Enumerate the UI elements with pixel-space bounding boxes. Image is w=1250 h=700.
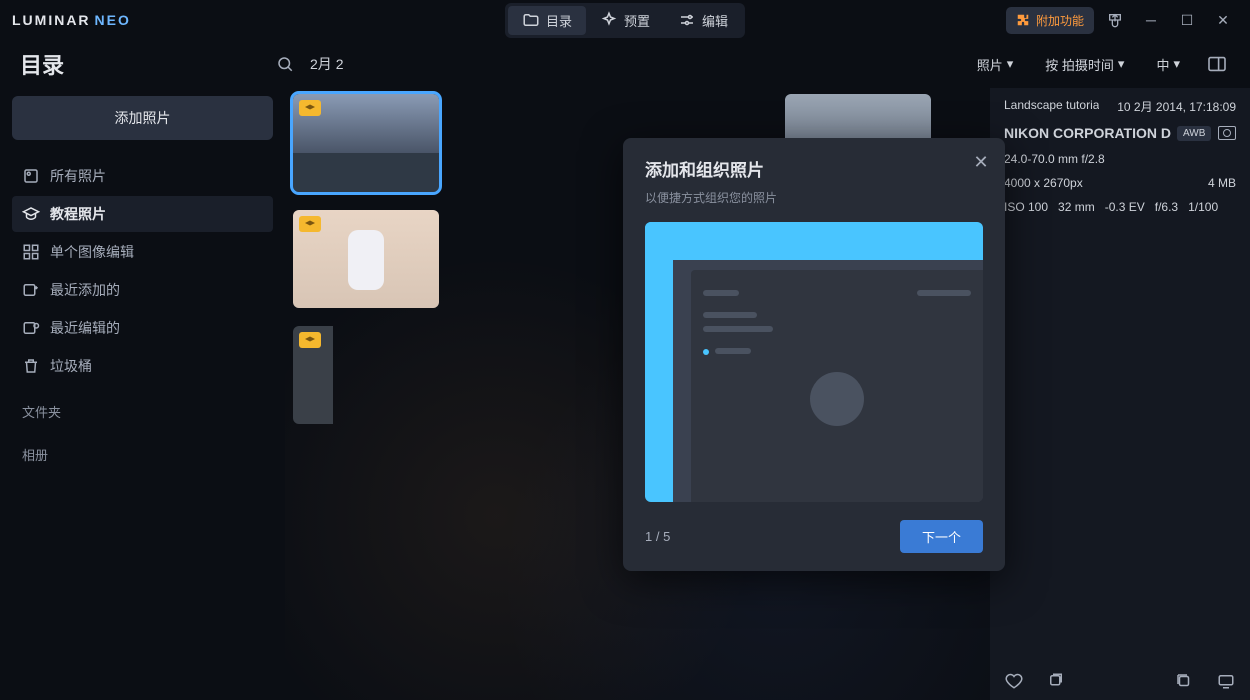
columns-icon bbox=[1207, 56, 1227, 72]
sort-control[interactable]: 按 拍摄时间▾ bbox=[1037, 51, 1132, 78]
info-datetime: 10 2月 2014, 17:18:09 bbox=[1117, 98, 1236, 115]
date-range: 2月 2 bbox=[310, 54, 343, 74]
info-ev: -0.3 EV bbox=[1105, 200, 1145, 214]
nav-label: 单个图像编辑 bbox=[50, 242, 134, 262]
nav-all-photos[interactable]: 所有照片 bbox=[12, 158, 273, 194]
subheader: 目录 2月 2 照片▾ 按 拍摄时间▾ 中▾ bbox=[0, 40, 1250, 88]
info-filename: Landscape tutoria bbox=[1004, 98, 1099, 115]
nav-label: 最近添加的 bbox=[50, 280, 120, 300]
nav-recent-added[interactable]: 最近添加的 bbox=[12, 272, 273, 308]
trash-icon bbox=[22, 357, 40, 375]
close-button[interactable]: ✕ bbox=[1208, 6, 1238, 34]
maximize-button[interactable]: ☐ bbox=[1172, 6, 1202, 34]
tab-presets-label: 预置 bbox=[624, 11, 650, 30]
photo-grid: ✕ 添加和组织照片 以便捷方式组织您的照片 1 / 5 下一个 bbox=[285, 88, 990, 700]
popover-illustration bbox=[645, 222, 983, 502]
thumbnail[interactable] bbox=[293, 210, 439, 308]
filter-label: 照片 bbox=[977, 55, 1003, 74]
search-icon[interactable] bbox=[276, 55, 294, 73]
info-lens: 24.0-70.0 mm f/2.8 bbox=[1004, 152, 1105, 166]
tab-edit-label: 编辑 bbox=[702, 11, 728, 30]
chevron-down-icon: ▾ bbox=[1173, 56, 1180, 72]
onboarding-popover: ✕ 添加和组织照片 以便捷方式组织您的照片 1 / 5 下一个 bbox=[623, 138, 1005, 571]
puzzle-icon bbox=[1016, 13, 1030, 27]
logo-text-b: NEO bbox=[95, 12, 131, 28]
favorite-icon[interactable] bbox=[1004, 672, 1024, 690]
section-albums[interactable]: 相册 bbox=[12, 429, 273, 470]
popover-title: 添加和组织照片 bbox=[645, 156, 983, 181]
tab-catalog[interactable]: 目录 bbox=[508, 6, 586, 35]
nav-label: 教程照片 bbox=[50, 204, 106, 224]
step-indicator: 1 / 5 bbox=[645, 529, 670, 544]
addon-label: 附加功能 bbox=[1036, 12, 1084, 29]
view-toggle[interactable] bbox=[1204, 53, 1230, 75]
next-button[interactable]: 下一个 bbox=[900, 520, 983, 553]
folder-icon bbox=[522, 11, 540, 29]
tutorial-badge-icon bbox=[299, 100, 321, 116]
popover-close-button[interactable]: ✕ bbox=[969, 150, 993, 174]
section-folders[interactable]: 文件夹 bbox=[12, 386, 273, 427]
nav-single-edit[interactable]: 单个图像编辑 bbox=[12, 234, 273, 270]
info-focal: 32 mm bbox=[1058, 200, 1095, 214]
info-iso: ISO 100 bbox=[1004, 200, 1048, 214]
info-aperture: f/6.3 bbox=[1155, 200, 1178, 214]
size-label: 中 bbox=[1156, 55, 1169, 74]
minimize-button[interactable]: ─ bbox=[1136, 6, 1166, 34]
info-panel: Landscape tutoria 10 2月 2014, 17:18:09 N… bbox=[990, 88, 1250, 700]
tutorial-badge-icon bbox=[299, 332, 321, 348]
titlebar: LUMINAR NEO 目录 预置 编辑 附加功能 ─ ☐ ✕ bbox=[0, 0, 1250, 40]
sidebar: 添加照片 所有照片 教程照片 单个图像编辑 最近添加的 最近编辑的 垃圾桶 文件… bbox=[0, 88, 285, 700]
info-dimensions: 4000 x 2670px bbox=[1004, 176, 1083, 190]
nav-label: 垃圾桶 bbox=[50, 356, 92, 376]
addon-button[interactable]: 附加功能 bbox=[1006, 7, 1094, 34]
info-filesize: 4 MB bbox=[1208, 176, 1236, 190]
screen-icon[interactable] bbox=[1216, 672, 1236, 690]
mode-tabs: 目录 预置 编辑 bbox=[505, 3, 745, 38]
thumbnail[interactable] bbox=[293, 326, 333, 424]
nav-trash[interactable]: 垃圾桶 bbox=[12, 348, 273, 384]
sparkle-icon bbox=[600, 11, 618, 29]
sort-label: 按 拍摄时间 bbox=[1045, 55, 1114, 74]
add-photos-button[interactable]: 添加照片 bbox=[12, 96, 273, 140]
info-shutter: 1/100 bbox=[1188, 200, 1218, 214]
logo-text-a: LUMINAR bbox=[12, 12, 91, 28]
info-camera: NIKON CORPORATION D bbox=[1004, 125, 1171, 141]
chevron-down-icon: ▾ bbox=[1007, 56, 1014, 72]
share-icon bbox=[1107, 12, 1123, 28]
copy-icon[interactable] bbox=[1046, 672, 1066, 690]
tutorial-badge-icon bbox=[299, 216, 321, 232]
nav-recent-edited[interactable]: 最近编辑的 bbox=[12, 310, 273, 346]
nav-label: 最近编辑的 bbox=[50, 318, 120, 338]
awb-badge: AWB bbox=[1177, 126, 1211, 141]
tab-catalog-label: 目录 bbox=[546, 11, 572, 30]
camera-icon bbox=[1218, 126, 1236, 140]
chevron-down-icon: ▾ bbox=[1118, 56, 1125, 72]
sliders-icon bbox=[678, 11, 696, 29]
photos-icon bbox=[22, 167, 40, 185]
thumbnail[interactable] bbox=[293, 94, 439, 192]
app-logo: LUMINAR NEO bbox=[12, 12, 131, 28]
popover-subtitle: 以便捷方式组织您的照片 bbox=[645, 189, 983, 206]
stack-icon[interactable] bbox=[1174, 672, 1194, 690]
filter-photos[interactable]: 照片▾ bbox=[969, 51, 1022, 78]
tab-presets[interactable]: 预置 bbox=[586, 6, 664, 35]
page-title: 目录 bbox=[20, 48, 64, 80]
share-button[interactable] bbox=[1100, 6, 1130, 34]
nav-label: 所有照片 bbox=[50, 166, 106, 186]
grid-icon bbox=[22, 243, 40, 261]
nav-tutorial-photos[interactable]: 教程照片 bbox=[12, 196, 273, 232]
recent-edit-icon bbox=[22, 319, 40, 337]
graduation-icon bbox=[22, 205, 40, 223]
tab-edit[interactable]: 编辑 bbox=[664, 6, 742, 35]
recent-add-icon bbox=[22, 281, 40, 299]
size-control[interactable]: 中▾ bbox=[1148, 51, 1188, 78]
